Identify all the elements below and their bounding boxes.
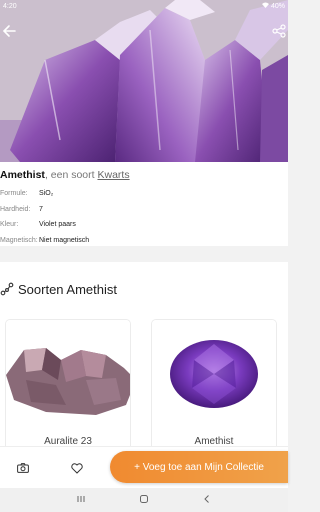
amethyst-gem-photo: [152, 320, 276, 430]
section-header: Soorten Amethist: [0, 278, 117, 300]
home-button[interactable]: [139, 491, 149, 509]
battery-text: 40%: [270, 2, 285, 10]
auralite-photo: [6, 320, 130, 430]
mineral-info-card: Amethist, een soort Kwarts Formule: SiO₂…: [0, 162, 288, 246]
property-row: Hardheid: 7: [0, 202, 288, 218]
amethyst-crystal-photo: [0, 0, 288, 162]
wifi-icon: [261, 2, 269, 10]
status-time: 4:20: [3, 2, 17, 10]
section-title: Soorten Amethist: [18, 281, 117, 297]
bottom-action-bar: + Voeg toe aan Mijn Collectie: [0, 446, 288, 488]
recent-apps-button[interactable]: [76, 491, 86, 509]
camera-icon: [17, 463, 29, 473]
mineral-type-link[interactable]: Kwarts: [97, 169, 129, 181]
property-value: Niet magnetisch: [39, 236, 90, 244]
back-button[interactable]: [0, 22, 18, 40]
chevron-left-icon: [203, 495, 209, 503]
property-label: Formule:: [0, 190, 28, 197]
share-icon: [272, 24, 286, 38]
mineral-type-prefix: , een soort: [44, 169, 95, 181]
arrow-left-icon: [2, 25, 16, 37]
system-nav-bar: [0, 488, 288, 512]
property-value: Violet paars: [39, 221, 76, 228]
add-to-collection-button[interactable]: + Voeg toe aan Mijn Collectie: [110, 451, 288, 483]
mineral-title: Amethist, een soort Kwarts: [0, 168, 288, 182]
mineral-name: Amethist: [0, 169, 45, 181]
camera-button[interactable]: [14, 459, 32, 477]
property-row: Formule: SiO₂: [0, 186, 288, 202]
variety-card[interactable]: Amethist: [152, 320, 276, 450]
status-bar: 4:20 40%: [0, 0, 288, 12]
property-label: Hardheid:: [0, 205, 31, 213]
varieties-icon: [0, 282, 14, 296]
property-label: Magnetisch:: [0, 236, 38, 244]
recents-icon: [77, 496, 85, 502]
hero-image: 4:20 40%: [0, 0, 288, 162]
share-button[interactable]: [270, 22, 288, 40]
property-list: Formule: SiO₂ Hardheid: 7 Kleur: Violet …: [0, 186, 288, 248]
property-row: Kleur: Violet paars: [0, 217, 288, 233]
home-icon: [139, 495, 148, 503]
variety-card[interactable]: Auralite 23: [6, 320, 130, 450]
property-row: Magnetisch: Niet magnetisch: [0, 233, 288, 249]
property-value: SiO₂: [39, 190, 54, 197]
property-label: Kleur:: [0, 221, 19, 228]
favorite-button[interactable]: [68, 459, 86, 477]
heart-icon: [71, 462, 83, 474]
property-value: 7: [39, 205, 43, 213]
system-back-button[interactable]: [202, 491, 212, 509]
